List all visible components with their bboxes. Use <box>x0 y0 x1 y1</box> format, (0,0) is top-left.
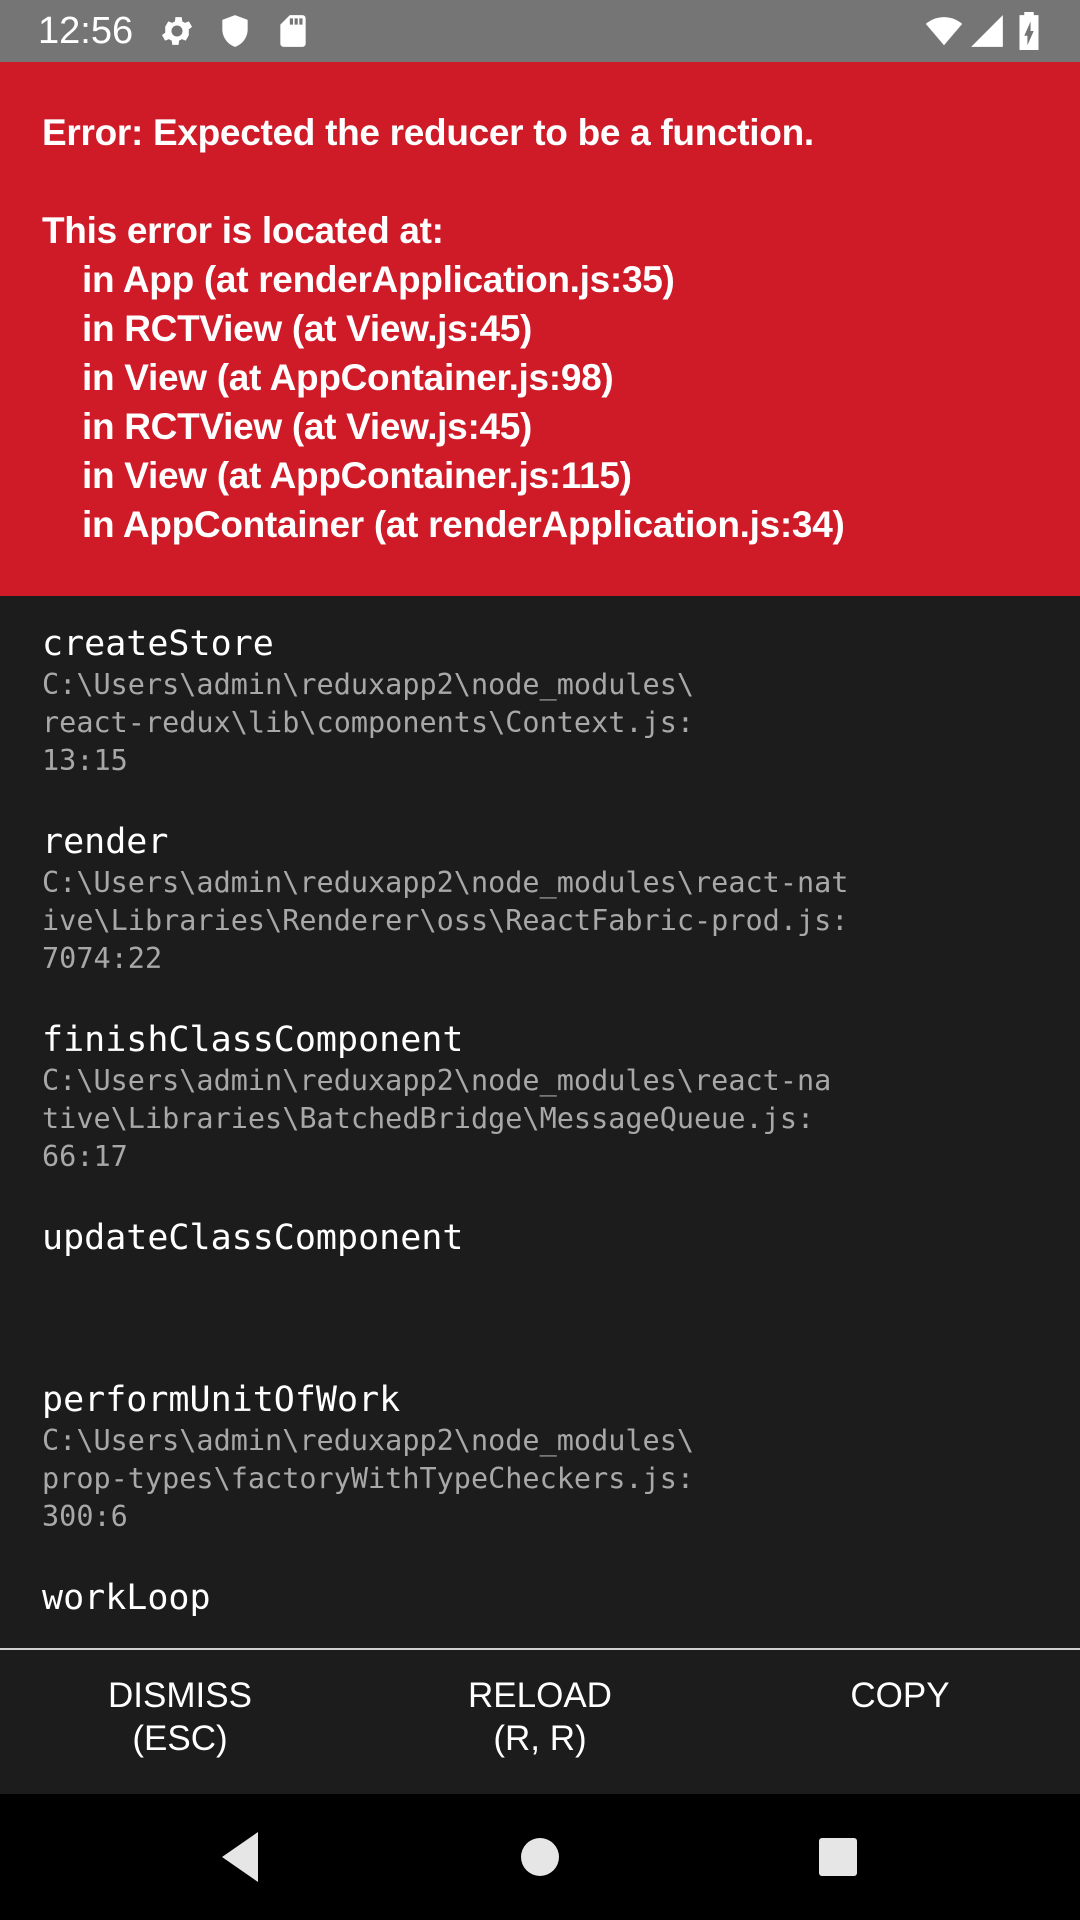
stack-trace[interactable]: createStore C:\Users\admin\reduxapp2\nod… <box>0 596 1080 1648</box>
stack-frame[interactable]: finishClassComponent C:\Users\admin\redu… <box>42 1018 1038 1176</box>
reload-button[interactable]: RELOAD (R, R) <box>360 1650 720 1794</box>
stack-frame[interactable]: createStore C:\Users\admin\reduxapp2\nod… <box>42 622 1038 780</box>
stack-frame[interactable]: workLoop <box>42 1576 1038 1620</box>
frame-file-line: tive\Libraries\BatchedBridge\MessageQueu… <box>42 1102 815 1135</box>
cell-signal-icon <box>968 12 1006 50</box>
frame-method: finishClassComponent <box>42 1020 464 1060</box>
frame-method: render <box>42 822 169 862</box>
stack-frame[interactable]: performUnitOfWork C:\Users\admin\reduxap… <box>42 1378 1038 1536</box>
component-stack-line: in RCTView (at View.js:45) <box>82 308 533 349</box>
stack-frame[interactable]: updateClassComponent <box>42 1216 1038 1338</box>
frame-file-line: ive\Libraries\Renderer\oss\ReactFabric-p… <box>42 904 849 937</box>
gear-icon <box>158 12 196 50</box>
error-location-label: This error is located at: <box>42 210 444 251</box>
component-stack-line: in View (at AppContainer.js:98) <box>82 357 614 398</box>
frame-file-line: C:\Users\admin\reduxapp2\node_modules\re… <box>42 866 849 899</box>
frame-method: workLoop <box>42 1578 211 1618</box>
component-stack-line: in RCTView (at View.js:45) <box>82 406 533 447</box>
reload-label: RELOAD (R, R) <box>468 1676 612 1758</box>
wifi-icon <box>922 12 966 50</box>
frame-file-line: 7074:22 <box>42 942 163 975</box>
frame-method: createStore <box>42 624 274 664</box>
stack-frame[interactable]: render C:\Users\admin\reduxapp2\node_mod… <box>42 820 1038 978</box>
frame-file-line: C:\Users\admin\reduxapp2\node_modules\ <box>42 668 695 701</box>
frame-file-line: react-redux\lib\components\Context.js: <box>42 706 695 739</box>
frame-file-line: 300:6 <box>42 1500 128 1533</box>
dismiss-button[interactable]: DISMISS (ESC) <box>0 1650 360 1794</box>
recents-icon[interactable] <box>803 1822 873 1892</box>
status-bar: 12:56 <box>0 0 1080 62</box>
frame-file-line: C:\Users\admin\reduxapp2\node_modules\re… <box>42 1064 832 1097</box>
frame-file-line: 66:17 <box>42 1140 128 1173</box>
navigation-bar <box>0 1794 1080 1920</box>
frame-file-line: C:\Users\admin\reduxapp2\node_modules\ <box>42 1424 695 1457</box>
back-icon[interactable] <box>204 1822 274 1892</box>
frame-file-line: 13:15 <box>42 744 128 777</box>
component-stack-line: in AppContainer (at renderApplication.js… <box>82 504 845 545</box>
copy-button[interactable]: COPY <box>720 1650 1080 1794</box>
frame-method: updateClassComponent <box>42 1218 464 1258</box>
sd-card-icon <box>274 12 312 50</box>
screen: 12:56 Error: Expected the reducer to be … <box>0 0 1080 1920</box>
copy-label: COPY <box>850 1676 950 1715</box>
battery-charging-icon <box>1016 12 1042 50</box>
dismiss-label: DISMISS (ESC) <box>108 1676 252 1758</box>
action-bar: DISMISS (ESC) RELOAD (R, R) COPY <box>0 1648 1080 1794</box>
frame-method: performUnitOfWork <box>42 1380 401 1420</box>
status-time: 12:56 <box>38 10 134 52</box>
home-icon[interactable] <box>505 1822 575 1892</box>
error-title: Error: Expected the reducer to be a func… <box>42 112 814 153</box>
frame-file-line: prop-types\factoryWithTypeCheckers.js: <box>42 1462 695 1495</box>
shield-icon <box>216 12 254 50</box>
component-stack-line: in View (at AppContainer.js:115) <box>82 455 632 496</box>
component-stack-line: in App (at renderApplication.js:35) <box>82 259 675 300</box>
error-header: Error: Expected the reducer to be a func… <box>0 62 1080 596</box>
